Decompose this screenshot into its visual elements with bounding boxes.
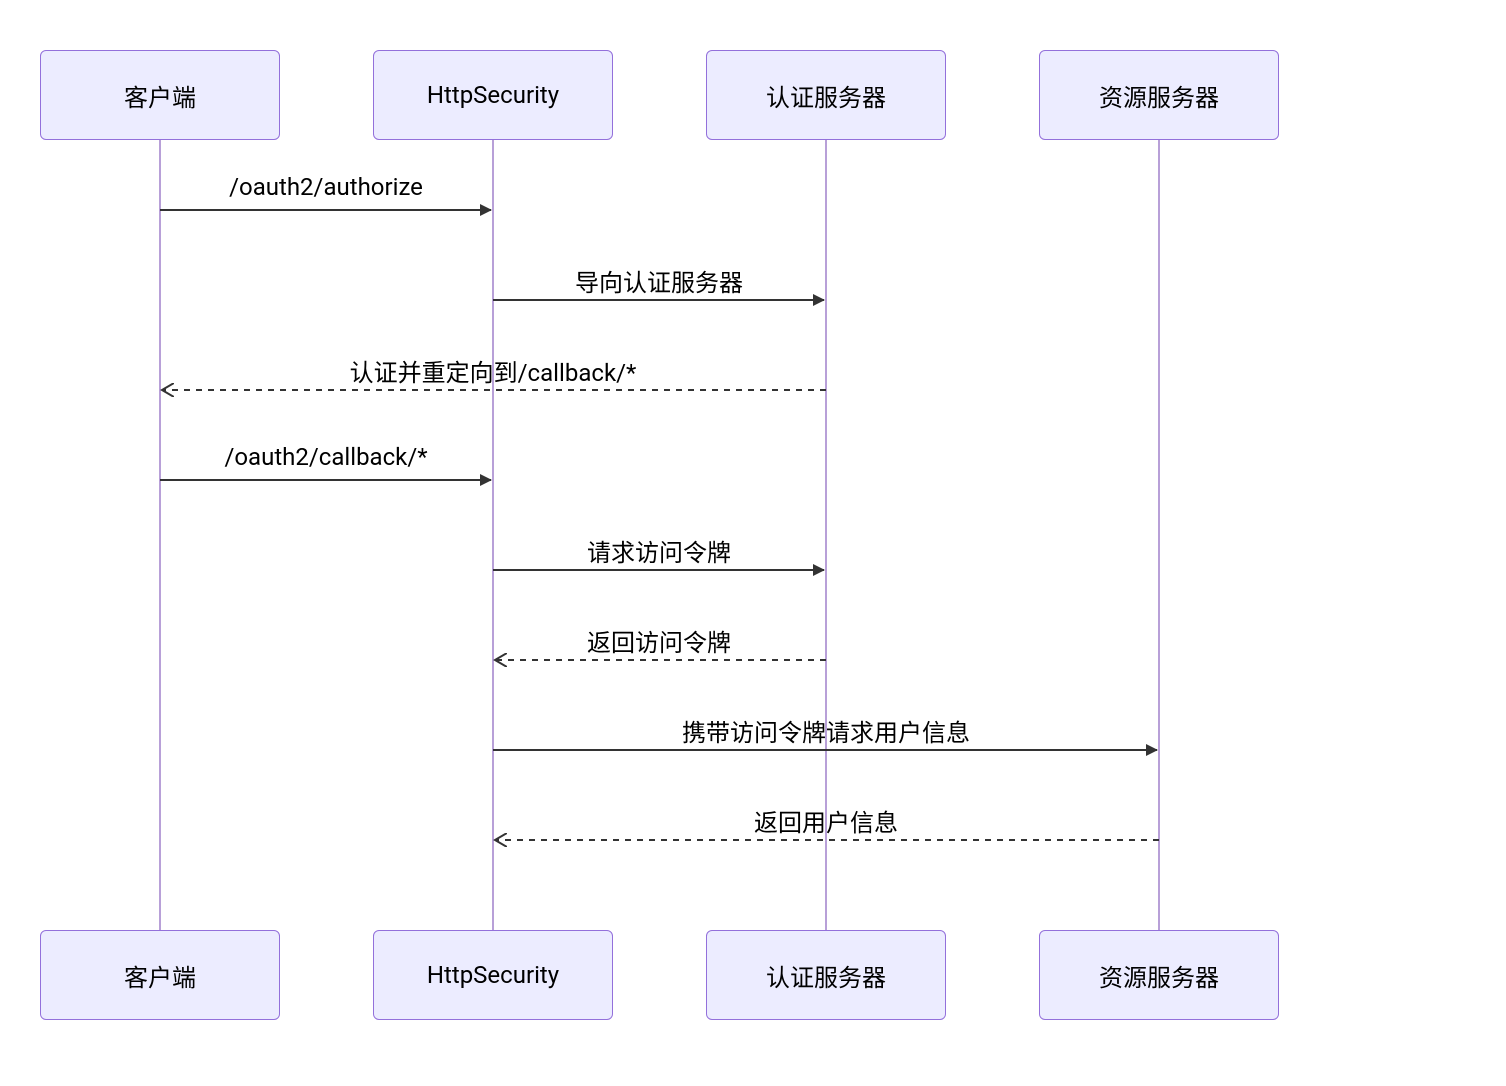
msg-return-token: 返回访问令牌 [587,623,731,658]
actor-label: 认证服务器 [766,958,886,993]
actor-label: 客户端 [124,958,196,993]
actor-client-bottom: 客户端 [40,930,280,1020]
actor-label: 资源服务器 [1099,958,1219,993]
sequence-diagram: 客户端 HttpSecurity 认证服务器 资源服务器 客户端 HttpSec… [0,0,1506,1086]
arrows-layer [0,0,1506,1086]
msg-redirect-to-auth: 导向认证服务器 [575,263,743,298]
actor-httpsecurity-top: HttpSecurity [373,50,613,140]
actor-label: 客户端 [124,78,196,113]
msg-auth-callback: 认证并重定向到/callback/* [350,353,637,388]
actor-httpsecurity-bottom: HttpSecurity [373,930,613,1020]
msg-request-token: 请求访问令牌 [587,533,731,568]
msg-return-userinfo: 返回用户信息 [754,803,898,838]
msg-oauth-callback: /oauth2/callback/* [224,443,427,471]
actor-resourceserver-top: 资源服务器 [1039,50,1279,140]
actor-client-top: 客户端 [40,50,280,140]
actor-resourceserver-bottom: 资源服务器 [1039,930,1279,1020]
msg-request-userinfo: 携带访问令牌请求用户信息 [682,713,970,748]
lifeline-httpsecurity [492,140,494,930]
msg-authorize: /oauth2/authorize [229,173,423,201]
actor-authserver-bottom: 认证服务器 [706,930,946,1020]
actor-label: 认证服务器 [766,78,886,113]
actor-label: 资源服务器 [1099,78,1219,113]
actor-authserver-top: 认证服务器 [706,50,946,140]
lifeline-client [159,140,161,930]
lifeline-resourceserver [1158,140,1160,930]
actor-label: HttpSecurity [427,961,559,989]
actor-label: HttpSecurity [427,81,559,109]
